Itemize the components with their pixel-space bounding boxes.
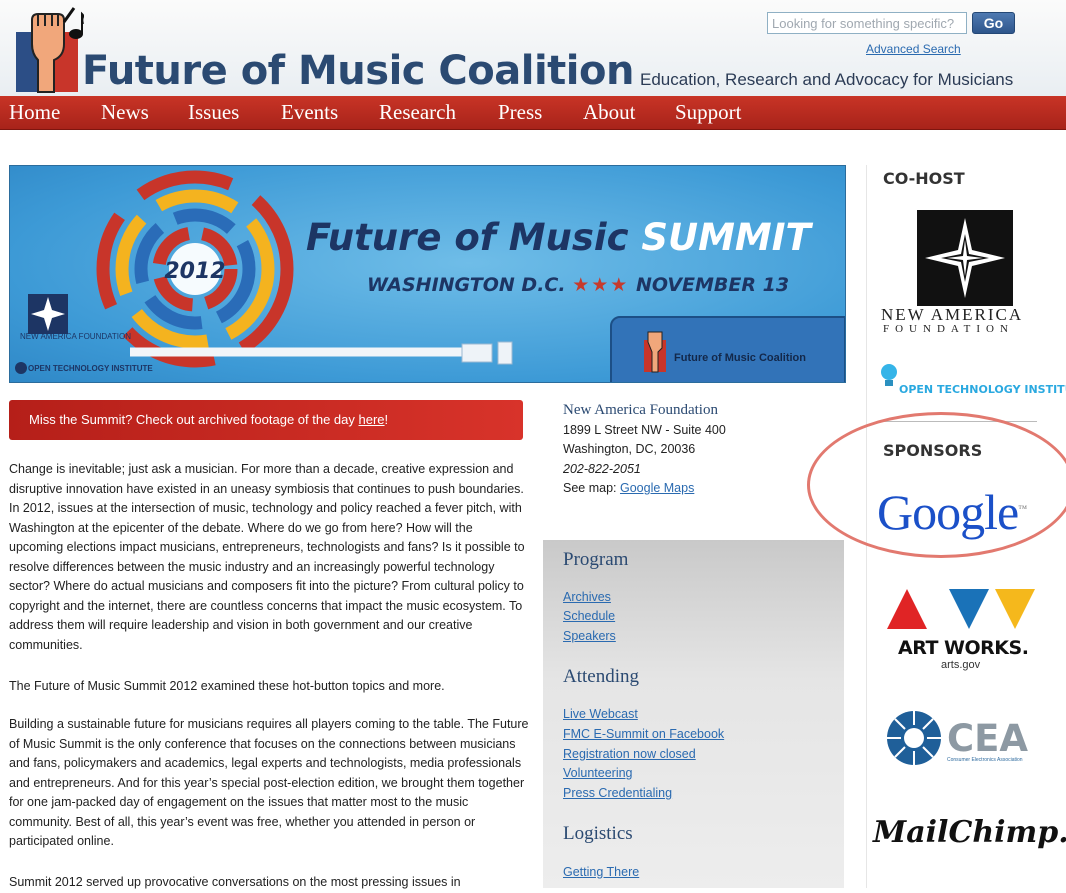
new-america-logo[interactable] (917, 210, 1013, 306)
sidebar-divider (881, 421, 1037, 422)
intro-paragraph: Change is inevitable; just ask a musicia… (9, 462, 525, 652)
speakers-link[interactable]: Speakers (563, 629, 616, 643)
summit-recap-paragraph: Summit 2012 served up provocative conver… (9, 875, 461, 889)
oti-logo-text[interactable]: OPEN TECHNOLOGY INSTITUTE (899, 383, 1066, 396)
artsgov-text: arts.gov (941, 659, 981, 671)
new-america-name: NEW AMERICA (881, 305, 1024, 324)
star-compass-icon (28, 294, 68, 334)
volunteering-link[interactable]: Volunteering (563, 766, 633, 780)
site-tagline: Education, Research and Advocacy for Mus… (640, 70, 1014, 89)
getting-there-link[interactable]: Getting There (563, 865, 639, 879)
venue-city: Washington, DC, 20036 (563, 442, 696, 456)
sponsors-heading: SPONSORS (883, 441, 983, 460)
search-go-button[interactable]: Go (972, 12, 1015, 34)
nav-item-press[interactable]: Press (498, 100, 542, 125)
banner-nam-label: NEW AMERICA FOUNDATION (20, 332, 131, 341)
cohost-heading: CO-HOST (883, 169, 965, 188)
cea-logo-text[interactable]: CEA (947, 717, 1028, 760)
logistics-heading: Logistics (563, 823, 633, 844)
facebook-esummit-link[interactable]: FMC E-Summit on Facebook (563, 727, 724, 741)
summary-paragraph: The Future of Music Summit 2012 examined… (9, 679, 445, 693)
lightbulb-icon (881, 364, 897, 386)
nav-item-about[interactable]: About (583, 100, 636, 125)
new-america-sub: FOUNDATION (883, 323, 1014, 335)
archived-footage-alert: Miss the Summit? Check out archived foot… (9, 400, 523, 440)
raised-fist-icon (644, 331, 666, 373)
nav-item-home[interactable]: Home (9, 100, 60, 125)
google-maps-link[interactable]: Google Maps (620, 481, 694, 495)
compass-star-icon (925, 218, 1005, 298)
nav-item-news[interactable]: News (101, 100, 149, 125)
nav-item-events[interactable]: Events (281, 100, 338, 125)
summit-info-box: Program Archives Schedule Speakers Atten… (543, 540, 844, 888)
banner-fmc-label: Future of Music Coalition (674, 352, 806, 364)
registration-link[interactable]: Registration now closed (563, 747, 696, 761)
venue-street: 1899 L Street NW - Suite 400 (563, 422, 726, 437)
program-heading: Program (563, 549, 629, 570)
attending-heading: Attending (563, 666, 639, 687)
advanced-search-link[interactable]: Advanced Search (866, 42, 961, 56)
nav-item-support[interactable]: Support (675, 100, 742, 125)
banner-fmc-tab: Future of Music Coalition (610, 316, 845, 382)
cea-subtitle: Consumer Electronics Association (947, 757, 1023, 763)
archives-link[interactable]: Archives (563, 590, 611, 604)
nea-triangles-icon (887, 589, 1035, 629)
banner-year: 2012 (164, 259, 225, 284)
nav-item-research[interactable]: Research (379, 100, 456, 125)
press-credentialing-link[interactable]: Press Credentialing (563, 786, 672, 800)
cea-burst-icon (887, 711, 941, 765)
banner-title: Future of Music SUMMIT (306, 216, 811, 259)
bulb-icon (15, 362, 27, 374)
google-sponsor-logo[interactable]: Google™ (877, 483, 1027, 541)
sustainable-future-paragraph: Building a sustainable future for musici… (9, 717, 529, 848)
archived-footage-link[interactable]: here (359, 412, 385, 427)
live-webcast-link[interactable]: Live Webcast (563, 707, 638, 721)
raised-fist-logo-icon[interactable] (14, 4, 84, 94)
banner-date-line: WASHINGTON D.C. ★★★ NOVEMBER 13 (367, 274, 790, 296)
search-input[interactable] (767, 12, 967, 34)
venue-address: New America Foundation 1899 L Street NW … (563, 401, 823, 499)
nav-item-issues[interactable]: Issues (188, 100, 239, 125)
main-nav: Home News Issues Events Research Press A… (0, 96, 1066, 130)
schedule-link[interactable]: Schedule (563, 609, 615, 623)
banner-oti-label: OPEN TECHNOLOGY INSTITUTE (28, 364, 153, 373)
venue-map: See map: Google Maps (563, 481, 695, 495)
alert-text: Miss the Summit? Check out archived foot… (29, 412, 389, 427)
venue-name: New America Foundation (563, 402, 718, 418)
site-header: Future of Music Coalition Education, Res… (0, 0, 1066, 96)
artworks-logo-text[interactable]: ART WORKS. (898, 637, 1029, 659)
sponsor-sidebar: CO-HOST NEW AMERICA FOUNDATION OPEN TECH… (866, 165, 1066, 888)
venue-phone: 202-822-2051 (563, 461, 641, 476)
mailchimp-logo-text[interactable]: MailChimp. (873, 815, 1066, 850)
summit-banner[interactable]: 2012 Future of Music SUMMIT WASHINGTON D… (9, 165, 846, 383)
site-title[interactable]: Future of Music Coalition (82, 48, 634, 94)
